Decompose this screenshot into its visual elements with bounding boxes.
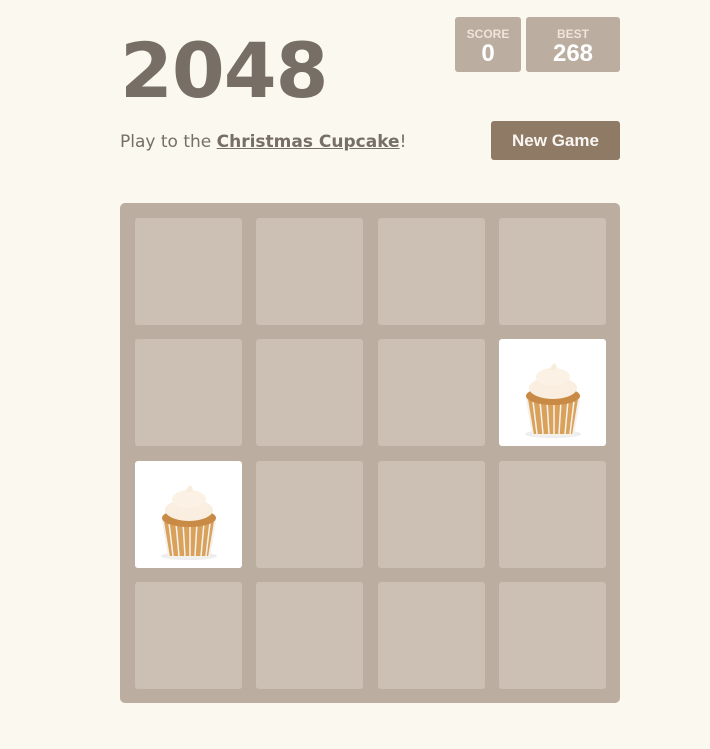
grid-cell (135, 218, 242, 325)
score-value: 0 (481, 40, 495, 67)
cupcake-icon (161, 485, 217, 560)
new-game-button[interactable]: New Game (491, 121, 620, 160)
grid-cell (377, 339, 485, 447)
grid-cell (377, 581, 485, 689)
grid-cell (377, 460, 485, 568)
best-box: BEST 268 (526, 17, 620, 72)
cupcake-tile (135, 460, 242, 568)
grid-cell (498, 581, 606, 689)
best-value: 268 (552, 40, 594, 67)
grid-cell (498, 460, 606, 568)
grid-cell (256, 581, 364, 689)
grid-cell (135, 339, 242, 447)
intro-suffix: ! (399, 132, 407, 152)
game-intro: Play to the Christmas Cupcake! (120, 132, 406, 152)
grid-cell (256, 339, 364, 447)
goal-link[interactable]: Christmas Cupcake (217, 132, 400, 152)
game-title: 2048 (120, 26, 329, 115)
grid-cell (256, 460, 364, 568)
grid-cell (498, 218, 606, 325)
grid-cell (377, 218, 485, 325)
grid-cell (256, 218, 364, 325)
best-label: BEST (556, 27, 589, 41)
cupcake-tile (498, 339, 606, 447)
score-label: SCORE (466, 27, 510, 41)
cupcake-icon (524, 363, 581, 439)
grid-cell (135, 581, 242, 689)
intro-prefix: Play to the (120, 132, 217, 152)
game-board[interactable] (120, 203, 620, 703)
score-box: SCORE 0 (455, 17, 521, 72)
